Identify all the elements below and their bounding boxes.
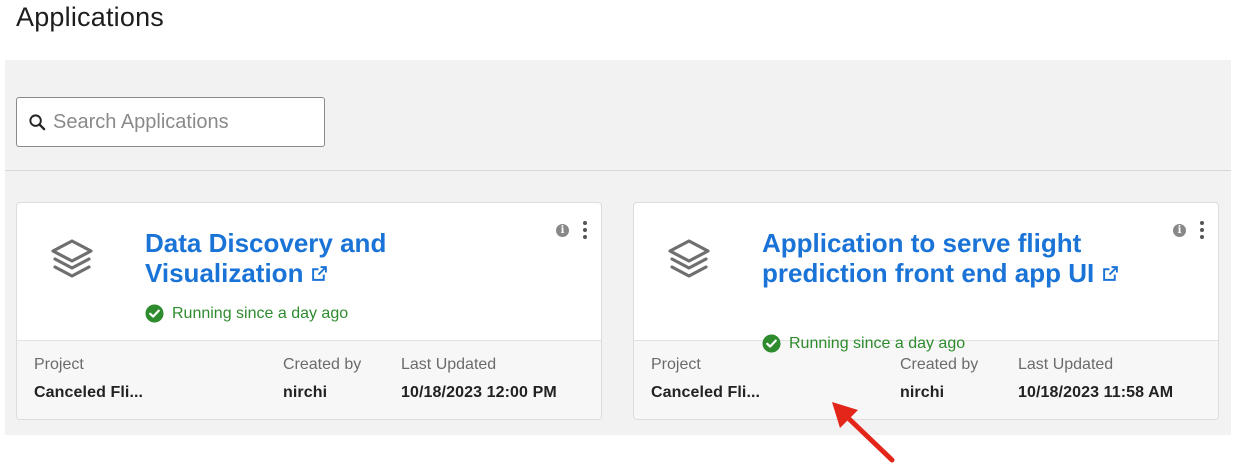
info-icon[interactable]: i (1173, 223, 1186, 237)
status-running: Running since a day ago (145, 304, 348, 323)
last-updated-value: 10/18/2023 11:58 AM (1018, 384, 1174, 401)
app-title-text: Application to serve flight prediction f… (762, 228, 1095, 288)
application-card[interactable]: Data Discovery and Visualization Running… (16, 202, 602, 420)
created-by-value: nirchi (900, 384, 945, 401)
created-by-label: Created by (283, 356, 362, 373)
check-circle-icon (762, 334, 781, 353)
card-actions: i (556, 221, 587, 239)
card-header: Application to serve flight prediction f… (634, 203, 1218, 340)
search-input[interactable] (53, 110, 313, 134)
created-by-value: nirchi (283, 384, 328, 401)
status-text: Running since a day ago (789, 334, 966, 352)
last-updated-label: Last Updated (1018, 356, 1114, 373)
card-actions: i (1173, 221, 1204, 239)
search-icon (29, 113, 46, 130)
external-link-icon[interactable] (1102, 265, 1119, 282)
info-icon[interactable]: i (556, 223, 569, 237)
layers-icon (51, 239, 93, 278)
applications-panel: Data Discovery and Visualization Running… (5, 60, 1231, 435)
app-title-link[interactable]: Data Discovery and Visualization (145, 228, 445, 288)
project-value: Canceled Fli... (34, 384, 144, 401)
app-title-text: Data Discovery and Visualization (145, 228, 387, 288)
project-value: Canceled Fli... (651, 384, 761, 401)
status-running: Running since a day ago (762, 334, 965, 353)
annotation-arrow-icon (832, 402, 895, 463)
application-card[interactable]: Application to serve flight prediction f… (633, 202, 1219, 420)
app-title-link[interactable]: Application to serve flight prediction f… (762, 228, 1142, 288)
search-field[interactable] (16, 97, 325, 147)
card-header: Data Discovery and Visualization Running… (17, 203, 601, 340)
layers-icon (668, 239, 710, 278)
divider (5, 170, 1231, 171)
project-label: Project (34, 356, 84, 373)
kebab-menu-icon[interactable] (1200, 221, 1204, 239)
status-text: Running since a day ago (172, 304, 349, 322)
last-updated-label: Last Updated (401, 356, 497, 373)
project-label: Project (651, 356, 701, 373)
created-by-label: Created by (900, 356, 979, 373)
page-title: Applications (16, 2, 164, 32)
check-circle-icon (145, 304, 164, 323)
kebab-menu-icon[interactable] (583, 221, 587, 239)
external-link-icon[interactable] (311, 265, 328, 282)
last-updated-value: 10/18/2023 12:00 PM (401, 384, 557, 401)
card-footer: Project Canceled Fli... Created by nirch… (17, 340, 601, 419)
